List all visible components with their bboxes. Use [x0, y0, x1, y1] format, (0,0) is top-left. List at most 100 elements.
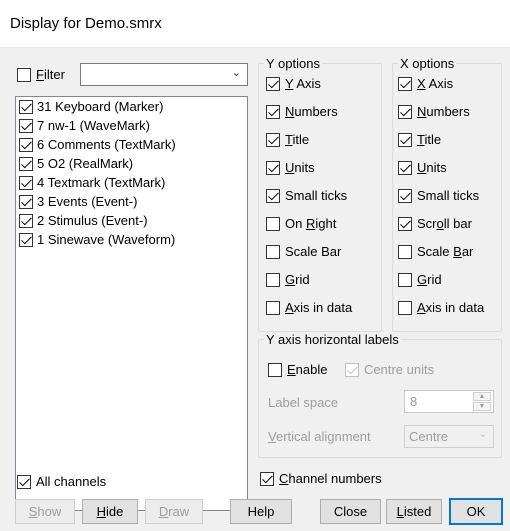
y-scale-bar-box[interactable] [266, 244, 280, 259]
channel-checkbox[interactable] [19, 156, 33, 171]
x-axis-checkbox[interactable]: X Axis [398, 76, 453, 91]
y-scale-bar-checkbox[interactable]: Scale Bar [266, 244, 341, 259]
enable-box[interactable] [268, 362, 282, 377]
y-axis-box[interactable] [266, 76, 280, 91]
channel-label: 31 Keyboard (Marker) [37, 99, 164, 114]
filter-combo[interactable]: ⌄ [80, 63, 248, 86]
centre-units-checkbox[interactable]: Centre units [345, 362, 434, 377]
x-small-ticks-box[interactable] [398, 188, 412, 203]
y-on-right-checkbox[interactable]: On Right [266, 216, 336, 231]
channel-numbers-checkbox[interactable]: Channel numbers [260, 471, 382, 486]
y-axis-in-data-box[interactable] [266, 300, 280, 315]
x-numbers-box[interactable] [398, 104, 412, 119]
y-on-right-label: On Right [285, 216, 337, 231]
x-scale-bar-checkbox[interactable]: Scale Bar [398, 244, 473, 259]
channel-checkbox[interactable] [19, 194, 33, 209]
label-space-spinner[interactable]: 8 ▲ ▼ [404, 390, 494, 413]
filter-checkbox-box[interactable] [17, 67, 31, 82]
y-small-ticks-box[interactable] [266, 188, 280, 203]
x-units-checkbox[interactable]: Units [398, 160, 447, 175]
channel-item[interactable]: 31 Keyboard (Marker) [16, 97, 247, 116]
x-axis-in-data-checkbox[interactable]: Axis in data [398, 300, 484, 315]
chevron-down-icon[interactable]: ⌄ [479, 429, 487, 440]
x-small-ticks-checkbox[interactable]: Small ticks [398, 188, 479, 203]
channel-item[interactable]: 1 Sinewave (Waveform) [16, 230, 247, 249]
channel-item[interactable]: 5 O2 (RealMark) [16, 154, 247, 173]
title-bar: Display for Demo.smrx [0, 0, 510, 48]
window-title: Display for Demo.smrx [10, 15, 162, 32]
show-button-label: Show [28, 504, 62, 519]
channel-checkbox[interactable] [19, 118, 33, 133]
channel-checkbox[interactable] [19, 232, 33, 247]
filter-label: Filter [36, 67, 65, 82]
x-title-label: Title [417, 132, 442, 147]
y-axis-in-data-checkbox[interactable]: Axis in data [266, 300, 352, 315]
vertical-alignment-select[interactable]: Centre ⌄ [404, 425, 494, 448]
filter-checkbox[interactable]: Filter [17, 67, 65, 82]
y-axis-checkbox[interactable]: Y Axis [266, 76, 321, 91]
x-numbers-checkbox[interactable]: Numbers [398, 104, 470, 119]
channel-item[interactable]: 7 nw-1 (WaveMark) [16, 116, 247, 135]
x-scale-bar-box[interactable] [398, 244, 412, 259]
y-title-box[interactable] [266, 132, 280, 147]
y-title-checkbox[interactable]: Title [266, 132, 309, 147]
channel-item[interactable]: 3 Events (Event-) [16, 192, 247, 211]
channel-checkbox[interactable] [19, 213, 33, 228]
dialog-body: Filter ⌄ 31 Keyboard (Marker) 7 nw-1 (Wa… [0, 48, 510, 531]
x-axis-label: X Axis [417, 76, 454, 91]
y-title-label: Title [285, 132, 310, 147]
x-title-box[interactable] [398, 132, 412, 147]
channel-numbers-box[interactable] [260, 471, 274, 486]
x-grid-checkbox[interactable]: Grid [398, 272, 442, 287]
y-axis-in-data-label: Axis in data [285, 300, 353, 315]
channel-list[interactable]: 31 Keyboard (Marker) 7 nw-1 (WaveMark) 6… [15, 96, 248, 511]
ok-button[interactable]: OK [449, 498, 503, 525]
spin-down-icon[interactable]: ▼ [473, 402, 491, 411]
y-grid-box[interactable] [266, 272, 280, 287]
spin-up-icon[interactable]: ▲ [473, 392, 491, 401]
vertical-alignment-label: Vertical alignment [268, 429, 371, 444]
ok-button-label: OK [466, 504, 486, 519]
hide-button[interactable]: Hide [82, 499, 138, 524]
draw-button[interactable]: Draw [145, 499, 203, 524]
channel-numbers-label: Channel numbers [279, 471, 382, 486]
all-channels-checkbox[interactable]: All channels [17, 474, 106, 489]
x-scroll-bar-checkbox[interactable]: Scroll bar [398, 216, 472, 231]
hide-button-label: Hide [96, 504, 124, 519]
x-title-checkbox[interactable]: Title [398, 132, 441, 147]
y-on-right-box[interactable] [266, 216, 280, 231]
x-axis-box[interactable] [398, 76, 412, 91]
x-units-box[interactable] [398, 160, 412, 175]
x-units-label: Units [417, 160, 447, 175]
channel-checkbox[interactable] [19, 99, 33, 114]
display-dialog: Display for Demo.smrx Filter ⌄ 31 Keyboa… [0, 0, 510, 531]
channel-label: 2 Stimulus (Event-) [37, 213, 148, 228]
all-channels-box[interactable] [17, 474, 31, 489]
channel-checkbox[interactable] [19, 175, 33, 190]
y-numbers-checkbox[interactable]: Numbers [266, 104, 338, 119]
listed-button[interactable]: Listed [386, 499, 442, 524]
y-units-checkbox[interactable]: Units [266, 160, 315, 175]
channel-label: 3 Events (Event-) [37, 194, 138, 209]
enable-checkbox[interactable]: Enable [268, 362, 327, 377]
all-channels-label: All channels [36, 474, 107, 489]
x-grid-box[interactable] [398, 272, 412, 287]
y-small-ticks-checkbox[interactable]: Small ticks [266, 188, 347, 203]
y-grid-checkbox[interactable]: Grid [266, 272, 310, 287]
y-numbers-box[interactable] [266, 104, 280, 119]
x-scroll-bar-box[interactable] [398, 216, 412, 231]
centre-units-box[interactable] [345, 362, 359, 377]
close-button[interactable]: Close [320, 499, 381, 524]
help-button[interactable]: Help [230, 499, 292, 524]
show-button[interactable]: Show [15, 499, 75, 524]
close-button-label: Close [333, 504, 368, 519]
channel-item[interactable]: 4 Textmark (TextMark) [16, 173, 247, 192]
chevron-down-icon[interactable]: ⌄ [232, 66, 241, 79]
x-axis-in-data-box[interactable] [398, 300, 412, 315]
channel-checkbox[interactable] [19, 137, 33, 152]
y-units-box[interactable] [266, 160, 280, 175]
channel-item[interactable]: 6 Comments (TextMark) [16, 135, 247, 154]
channel-item[interactable]: 2 Stimulus (Event-) [16, 211, 247, 230]
y-units-label: Units [285, 160, 315, 175]
x-numbers-label: Numbers [417, 104, 470, 119]
